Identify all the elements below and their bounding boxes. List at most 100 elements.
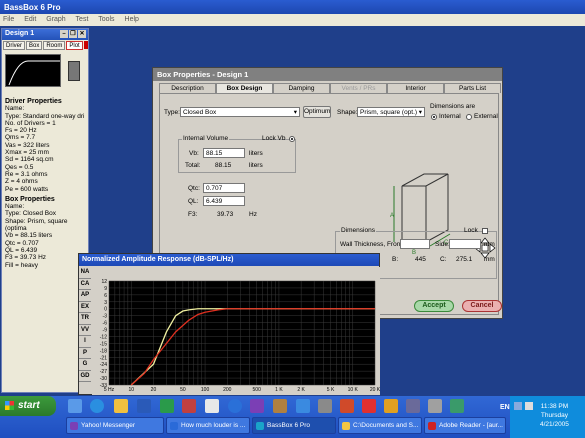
tool-icon[interactable]: [318, 399, 332, 413]
task-label: BassBox 6 Pro: [267, 422, 310, 429]
taskbar: start Yahoo! Messenger How much louder i…: [0, 396, 585, 438]
tab-plot[interactable]: Plot: [66, 41, 83, 50]
total-unit: liters: [249, 162, 263, 169]
tab-parts-list[interactable]: Parts List: [444, 83, 501, 93]
lock-vb-radio[interactable]: [289, 136, 295, 142]
driver-line: Qms = 7.7: [5, 134, 36, 142]
word-icon[interactable]: [137, 399, 151, 413]
browser-icon: [170, 422, 178, 430]
menu-help[interactable]: Help: [125, 16, 139, 23]
excel-icon[interactable]: [160, 399, 174, 413]
task-bassbox[interactable]: BassBox 6 Pro: [252, 417, 336, 434]
side-button-gd[interactable]: GD: [79, 370, 91, 382]
tab-driver[interactable]: Driver: [3, 41, 25, 50]
driver-line: Fs = 20 Hz: [5, 127, 37, 135]
box-line: Shape: Prism, square (optima: [5, 217, 68, 233]
network-icon[interactable]: [296, 399, 310, 413]
c-label: C:: [440, 256, 447, 263]
minimize-icon[interactable]: –: [60, 30, 68, 38]
y-tick-label: -15: [100, 341, 107, 347]
task-documents-folder[interactable]: C:\Documents and S...: [338, 417, 422, 434]
paint-icon[interactable]: [205, 399, 219, 413]
c-value: 275.1: [456, 256, 473, 263]
close-icon[interactable]: ✕: [78, 30, 86, 38]
media-player-icon[interactable]: [228, 399, 242, 413]
external-radio[interactable]: [466, 114, 472, 120]
dimensions-are-label: Dimensions are: [430, 103, 476, 110]
tray-icon[interactable]: [525, 402, 533, 410]
menu-file[interactable]: File: [3, 16, 14, 23]
acrobat-icon[interactable]: [362, 399, 376, 413]
optimum-button[interactable]: Optimum: [303, 106, 331, 118]
clock-time: 11:38 PM: [540, 403, 569, 410]
type-select[interactable]: Closed Box ▾: [180, 107, 300, 117]
cancel-button[interactable]: Cancel: [462, 300, 502, 312]
menu-graph[interactable]: Graph: [46, 16, 65, 23]
tab-damping[interactable]: Damping: [273, 83, 330, 93]
app-quick-icon[interactable]: [340, 399, 354, 413]
side-button-na[interactable]: NA: [79, 267, 91, 279]
yahoo-messenger-icon[interactable]: [250, 399, 264, 413]
lock-checkbox[interactable]: [482, 228, 488, 234]
speaker-box-icon[interactable]: [68, 61, 80, 81]
side-button-vv[interactable]: VV: [79, 324, 91, 336]
clock[interactable]: 11:38 PM Thursday 4/21/2005: [540, 402, 569, 429]
tab-room[interactable]: Room: [43, 41, 66, 50]
task-label: Yahoo! Messenger: [81, 422, 136, 429]
side-button-i[interactable]: I: [79, 336, 91, 348]
side-button-ap[interactable]: AP: [79, 290, 91, 302]
task-label: C:\Documents and S...: [353, 422, 419, 429]
chevron-down-icon: ▾: [418, 109, 422, 116]
tray-icon[interactable]: [514, 402, 522, 410]
vb-field[interactable]: 88.15: [203, 148, 245, 158]
y-tick-label: 9: [104, 286, 107, 292]
menu-test[interactable]: Test: [76, 16, 89, 23]
menu-edit[interactable]: Edit: [24, 16, 36, 23]
mini-response-plot[interactable]: [5, 54, 61, 87]
side-button-p[interactable]: P: [79, 347, 91, 359]
adobe-icon: [428, 422, 436, 430]
side-thickness-field[interactable]: [449, 239, 481, 249]
utility-icon[interactable]: [428, 399, 442, 413]
ql-field[interactable]: 6.439: [203, 196, 245, 206]
side-button-ca[interactable]: CA: [79, 278, 91, 290]
tab-description[interactable]: Description: [159, 83, 216, 93]
y-tick-label: -3: [103, 314, 108, 320]
internal-radio[interactable]: [431, 114, 437, 120]
system-tray: 11:38 PM Thursday 4/21/2005: [510, 396, 585, 438]
side-button-ex[interactable]: EX: [79, 301, 91, 313]
vb-label: Vb:: [189, 150, 199, 157]
tab-box-design[interactable]: Box Design: [216, 83, 273, 93]
folder-icon[interactable]: [114, 399, 128, 413]
shape-select[interactable]: Prism, square (opt.) ▾: [357, 107, 425, 117]
utility-icon[interactable]: [406, 399, 420, 413]
show-desktop-icon[interactable]: [68, 399, 82, 413]
qtc-field[interactable]: 0.707: [203, 183, 245, 193]
front-thickness-field[interactable]: [400, 239, 430, 249]
language-indicator[interactable]: EN: [500, 404, 510, 411]
side-button-g[interactable]: G: [79, 359, 91, 371]
side-button-tr[interactable]: TR: [79, 313, 91, 325]
app-title-bar: BassBox 6 Pro: [0, 0, 585, 14]
folder-icon: [342, 422, 350, 430]
y-tick-label: 6: [104, 293, 107, 299]
box-line: Name:: [5, 203, 25, 211]
utility-icon[interactable]: [450, 399, 464, 413]
powerpoint-icon[interactable]: [182, 399, 196, 413]
bassbox-quick-icon[interactable]: [273, 399, 287, 413]
task-yahoo-messenger[interactable]: Yahoo! Messenger: [66, 417, 164, 434]
start-button[interactable]: start: [0, 396, 56, 416]
task-adobe-reader[interactable]: Adobe Reader - [aur...: [424, 417, 506, 434]
tab-interior[interactable]: Interior: [387, 83, 444, 93]
y-tick-label: -30: [100, 376, 107, 382]
wall-thickness-label: Wall Thickness, Front:: [340, 241, 404, 248]
shape-select-value: Prism, square (opt.): [360, 109, 418, 116]
tab-box[interactable]: Box: [26, 41, 43, 50]
f3-value: 39.73: [217, 211, 234, 218]
accept-button[interactable]: Accept: [414, 300, 454, 312]
restore-icon[interactable]: ❐: [69, 30, 77, 38]
internet-explorer-icon[interactable]: [90, 399, 104, 413]
menu-tools[interactable]: Tools: [98, 16, 114, 23]
utility-icon[interactable]: [384, 399, 398, 413]
task-browser[interactable]: How much louder is ...: [166, 417, 250, 434]
